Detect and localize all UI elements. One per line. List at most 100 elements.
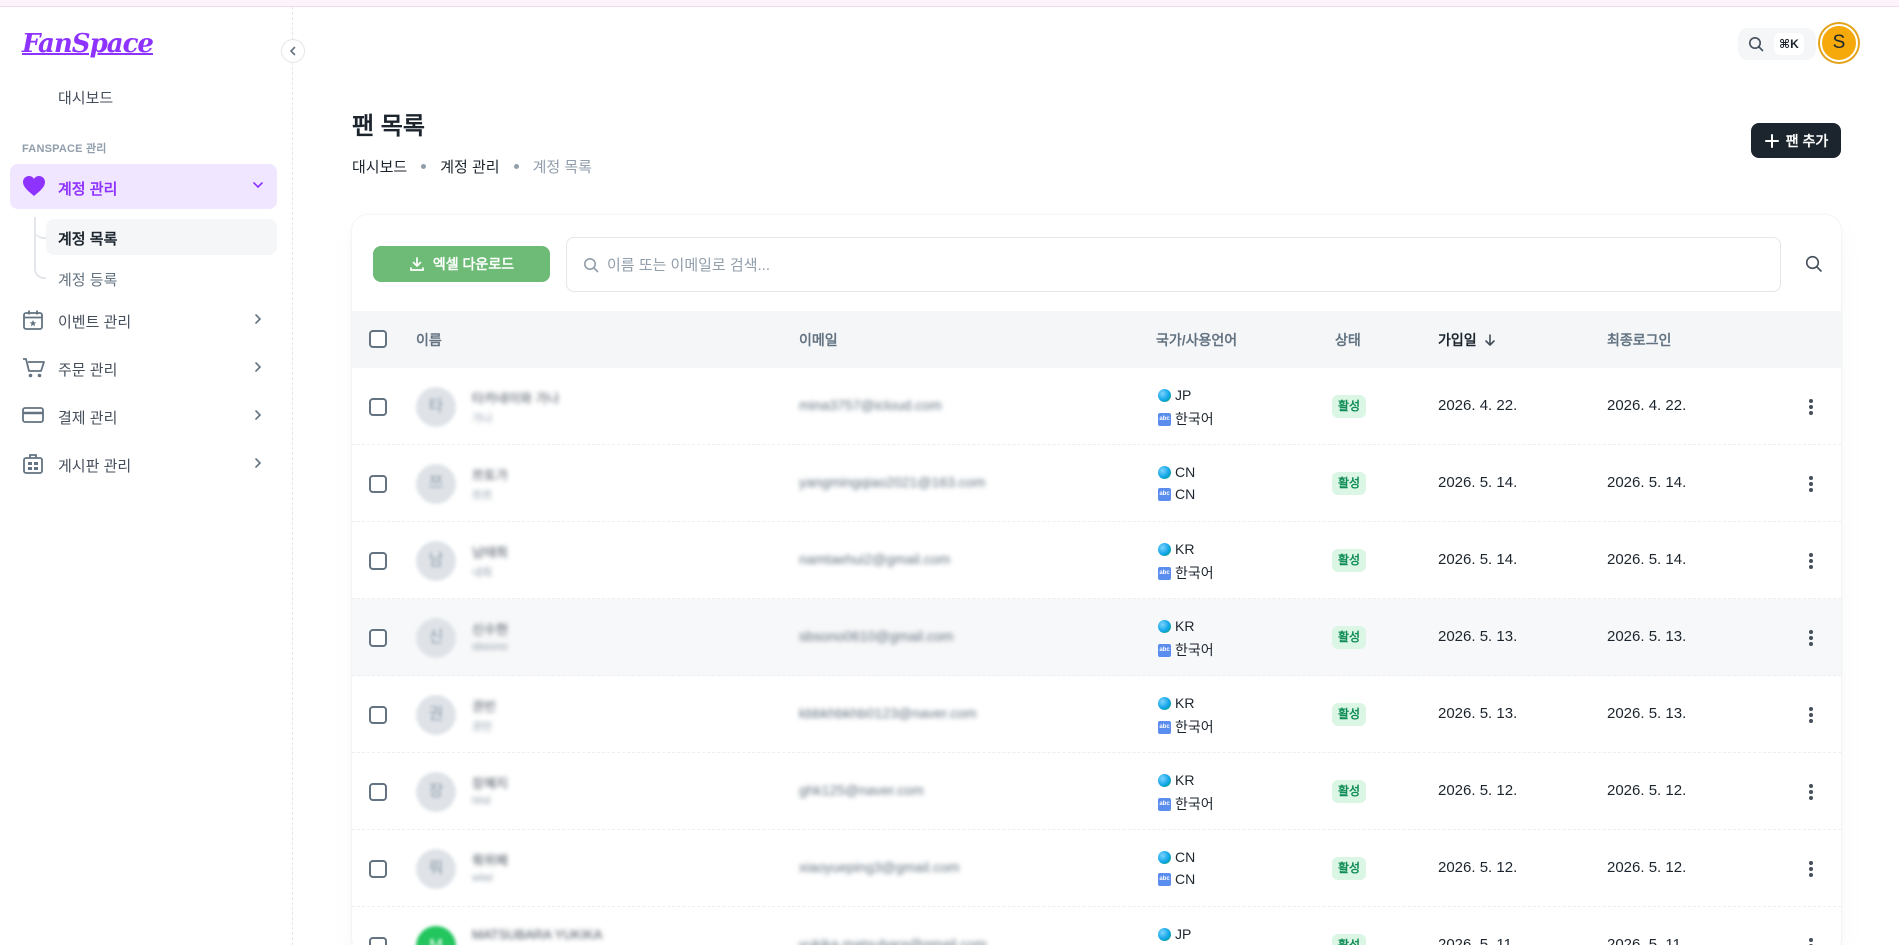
country-code: JP [1175,387,1192,403]
sidebar-item-orders[interactable]: 주문 관리 [10,346,277,390]
fan-avatar: 타 [416,387,456,427]
language-icon: abc [1158,566,1171,580]
globe-icon [1158,696,1171,710]
country-code: CN [1175,464,1196,480]
sidebar-subitem-account-list[interactable]: 계정 목록 [46,219,277,255]
search-input[interactable] [607,252,1757,278]
column-header-joined[interactable]: 가입일 [1438,330,1497,350]
fan-email: sbsono0610@gmail.com [799,628,954,644]
sidebar-item-label: 계정 관리 [58,181,118,198]
table-row[interactable]: 권 권빈 권빈 kbbkhbkhb0123@naver.com KR abc 한국어 활성 20… [352,676,1841,753]
country-code: JP [1175,926,1192,942]
more-vertical-icon[interactable] [1802,859,1820,879]
shortcut-key-badge: ⌘K [1774,33,1804,55]
sidebar-item-dashboard[interactable]: 대시보드 [58,87,113,108]
arrow-down-icon [1484,334,1495,346]
more-vertical-icon[interactable] [1802,782,1820,802]
joined-date: 2026. 5. 13. [1438,628,1518,645]
joined-date: 2026. 5. 12. [1438,859,1518,876]
row-checkbox[interactable] [369,629,387,647]
status-badge: 활성 [1332,472,1367,495]
chevron-right-icon [251,456,265,475]
fan-name[interactable]: 장혜지 [472,773,508,792]
more-vertical-icon[interactable] [1802,397,1820,417]
breadcrumb-current: 계정 목록 [532,159,592,176]
chevron-right-icon [251,312,265,331]
row-checkbox[interactable] [369,783,387,801]
chevron-down-icon [251,178,265,197]
fan-language: abc 한국어 [1158,563,1214,583]
more-vertical-icon[interactable] [1802,936,1820,945]
fan-language: abc 한국어 [1158,717,1214,737]
more-vertical-icon[interactable] [1802,551,1820,571]
column-header-last-login[interactable]: 최종로그인 [1607,330,1671,350]
select-all-checkbox[interactable] [369,330,387,348]
excel-download-button[interactable]: 엑셀 다운로드 [373,246,550,282]
row-checkbox[interactable] [369,937,387,945]
language-icon: abc [1158,872,1171,886]
page-title: 팬 목록 [352,113,425,140]
fan-name[interactable]: 권빈 [472,696,496,715]
fan-country: KR [1158,772,1194,788]
fan-name[interactable]: 쯔토가 [472,465,508,484]
sidebar-collapse-button[interactable] [281,39,305,63]
globe-icon [1158,773,1171,787]
row-checkbox[interactable] [369,398,387,416]
fan-nickname: 권빈 [472,721,493,733]
table-row[interactable]: 뤄 뤄위페 wiwi xiaoyueping3@gmail.com CN abc CN 활성 2… [352,830,1841,907]
add-fan-button[interactable]: 팬 추가 [1751,123,1841,158]
joined-date: 2026. 5. 11. [1438,936,1517,945]
column-header-country-language[interactable]: 국가/사용언어 [1156,330,1237,350]
last-login-date: 2026. 5. 13. [1607,705,1687,722]
globe-icon [1158,465,1171,479]
sidebar-subitem-account-register[interactable]: 계정 등록 [58,269,117,290]
more-vertical-icon[interactable] [1802,474,1820,494]
sidebar-item-payments[interactable]: 결제 관리 [10,394,277,438]
sidebar-item-events[interactable]: 이벤트 관리 [10,298,277,342]
row-checkbox[interactable] [369,475,387,493]
sidebar-item-account-management[interactable]: 계정 관리 [10,164,277,209]
sidebar-item-board[interactable]: 게시판 관리 [10,442,277,486]
chevron-left-icon [289,46,296,56]
row-checkbox[interactable] [369,552,387,570]
breadcrumb-dashboard[interactable]: 대시보드 [352,156,407,177]
fan-name[interactable]: 남태희 [472,542,508,561]
column-header-status[interactable]: 상태 [1335,330,1361,350]
column-header-name[interactable]: 이름 [416,330,442,350]
table-row[interactable]: 신 신수현 sbsono sbsono0610@gmail.com KR abc 한국어 활성… [352,599,1841,676]
fan-name[interactable]: 신수현 [472,619,508,638]
sidebar-item-label: 결제 관리 [58,410,118,427]
table-row[interactable]: 쯔 쯔토가 쯔쯔 yangmingqiao2021@163.com CN abc CN 활성 2… [352,445,1841,522]
fan-name[interactable]: 타카네이와 가나 [472,388,559,407]
column-header-email[interactable]: 이메일 [799,330,838,350]
search-icon [583,257,599,278]
row-checkbox[interactable] [369,706,387,724]
status-badge: 활성 [1332,857,1367,880]
more-vertical-icon[interactable] [1802,628,1820,648]
table-row[interactable]: 남 남태희 내희 namtaehui2@gmail.com KR abc 한국어 활성 2026… [352,522,1841,599]
search-submit-icon[interactable] [1805,255,1823,278]
status-badge: 활성 [1332,395,1367,418]
fan-name[interactable]: 뤄위페 [472,850,508,869]
language-name: 한국어 [1175,796,1214,812]
country-code: CN [1175,849,1196,865]
brand-logo[interactable]: FanSpace [22,29,154,59]
fan-avatar: M [416,926,456,945]
breadcrumb-account-management[interactable]: 계정 관리 [440,156,499,177]
sidebar: FanSpace 대시보드 FANSPACE 관리 계정 관리 계정 목록 계정… [0,7,305,945]
sidebar-item-label: 이벤트 관리 [58,314,132,331]
sidebar-item-label: 게시판 관리 [58,458,132,475]
fan-name[interactable]: MATSUBARA YUKIKA [472,927,602,942]
more-vertical-icon[interactable] [1802,705,1820,725]
table-row[interactable]: 장 장혜지 hhd ghk125@naver.com KR abc 한국어 활성 2026. 5… [352,753,1841,830]
search-field[interactable] [566,237,1781,292]
table-row[interactable]: M MATSUBARA YUKIKA yukika.matsubara@gmail.… [352,907,1841,945]
globe-icon [1158,619,1171,633]
table-row[interactable]: 타 타카네이와 가나 가나 mina3757@icloud.com JP abc 한국어 활성… [352,368,1841,445]
user-avatar[interactable]: S [1820,24,1858,62]
global-search-button[interactable]: ⌘K [1738,28,1816,60]
fan-nickname: sbsono [472,641,508,653]
fan-country: KR [1158,618,1194,634]
fan-nickname: 내희 [472,567,493,579]
row-checkbox[interactable] [369,860,387,878]
